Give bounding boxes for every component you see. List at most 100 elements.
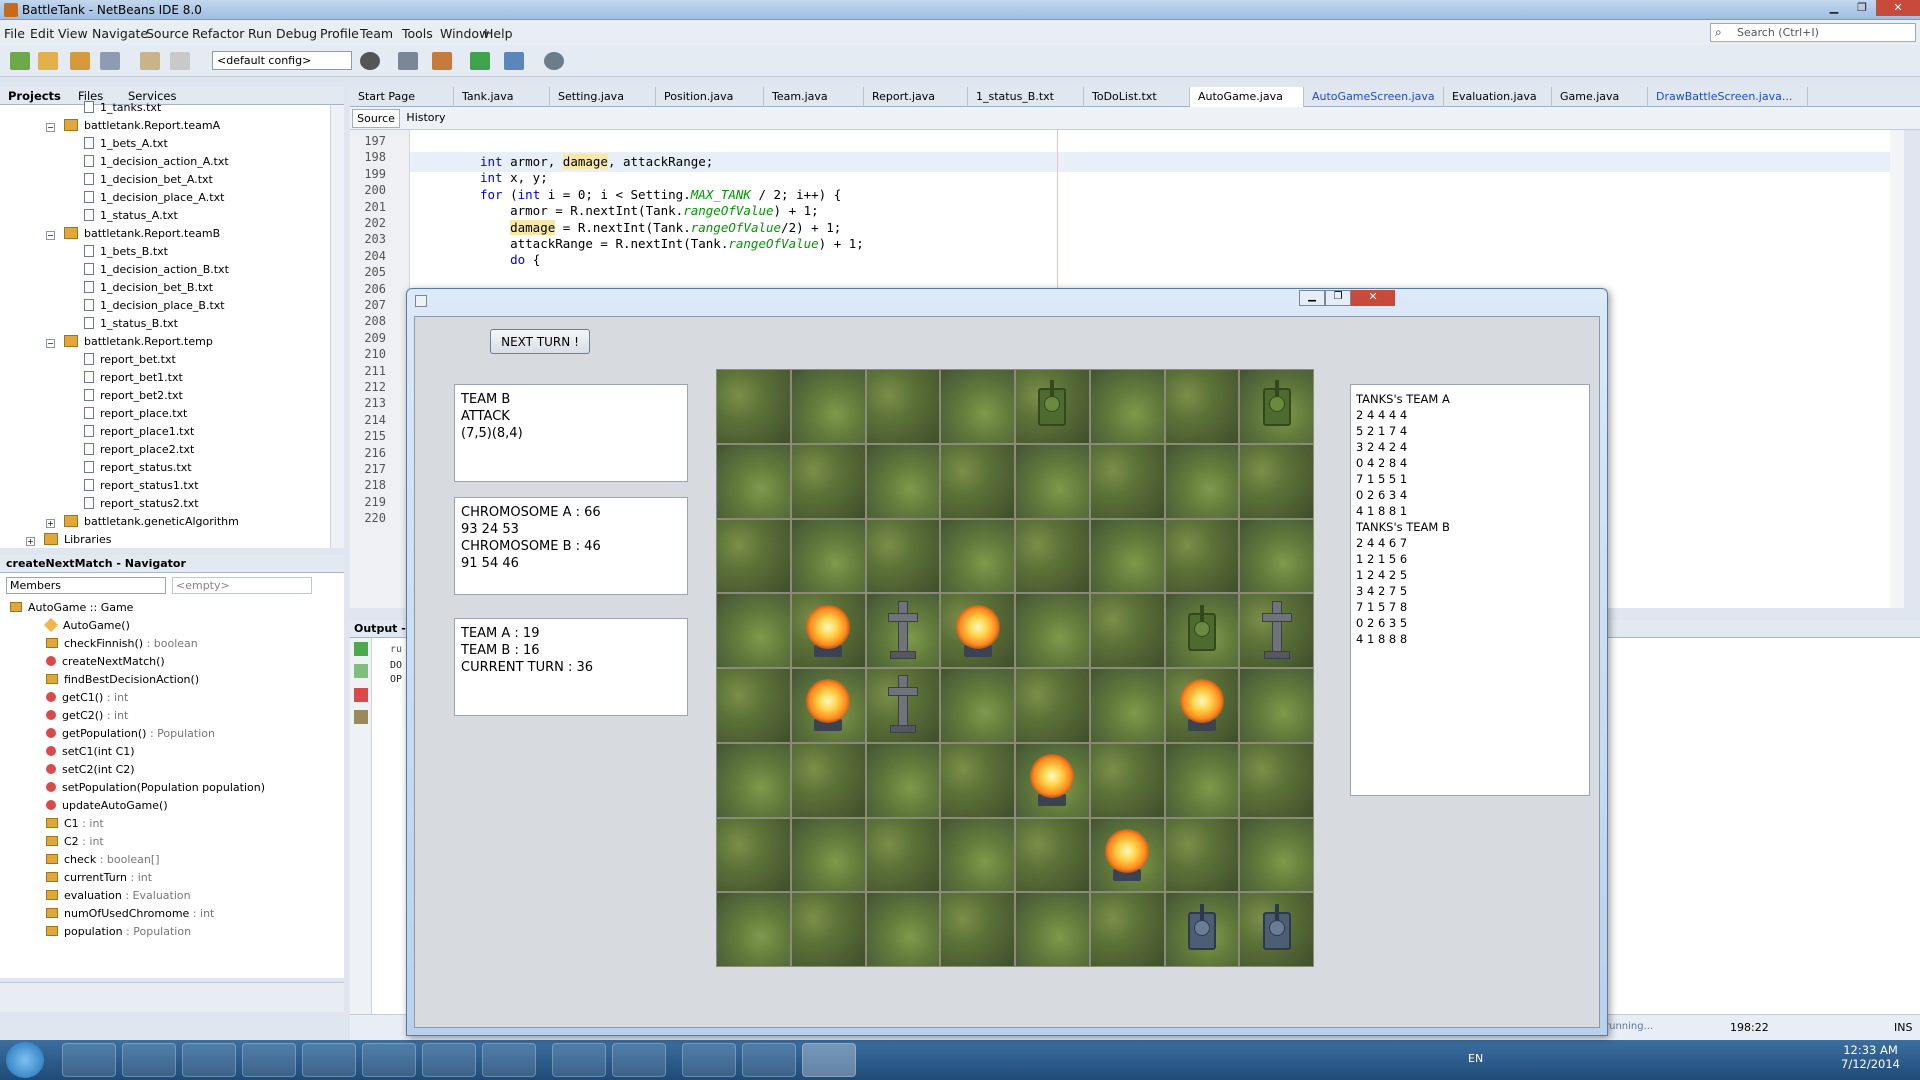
- redo-icon[interactable]: [170, 52, 190, 70]
- blue-tank-icon[interactable]: [1259, 903, 1295, 956]
- tree-file[interactable]: 1_decision_action_B.txt: [84, 263, 229, 276]
- save-all-icon[interactable]: [100, 52, 120, 70]
- tree-package[interactable]: battletank.Report.temp: [64, 335, 213, 348]
- board-cell[interactable]: [940, 518, 1015, 594]
- board-cell[interactable]: [790, 518, 866, 594]
- start-button[interactable]: [6, 1042, 44, 1078]
- media-player-taskbar-button[interactable]: [422, 1043, 476, 1077]
- open-project-icon[interactable]: [70, 52, 90, 70]
- menu-view[interactable]: View: [58, 26, 88, 41]
- board-cell[interactable]: [865, 518, 941, 594]
- devcpp-taskbar-button[interactable]: [62, 1043, 116, 1077]
- navigator-member[interactable]: updateAutoGame(): [46, 799, 168, 812]
- virtualbox-taskbar-button[interactable]: [122, 1043, 176, 1077]
- board-cell[interactable]: [790, 443, 866, 519]
- tree-file[interactable]: 1_bets_A.txt: [84, 137, 168, 150]
- expand-toggle-icon[interactable]: −: [46, 339, 55, 348]
- navigator-root[interactable]: AutoGame :: Game: [10, 601, 133, 614]
- target-platform-icon[interactable]: [360, 52, 380, 70]
- tab-projects[interactable]: Projects: [8, 89, 61, 103]
- navigator-member[interactable]: getC2() : int: [46, 709, 128, 722]
- new-file-icon[interactable]: [10, 52, 30, 70]
- run-icon[interactable]: [470, 52, 490, 70]
- output-settings-icon[interactable]: [354, 710, 368, 724]
- board-cell[interactable]: [865, 742, 941, 818]
- menu-refactor[interactable]: Refactor: [192, 26, 244, 41]
- board-cell[interactable]: [716, 443, 791, 519]
- tree-file[interactable]: report_status1.txt: [84, 479, 199, 492]
- editor-tab[interactable]: Position.java: [656, 87, 764, 107]
- profile-icon[interactable]: [544, 52, 564, 70]
- board-cell[interactable]: [1164, 369, 1240, 444]
- menu-navigate[interactable]: Navigate: [92, 26, 148, 41]
- editor-tab[interactable]: Setting.java: [550, 87, 656, 107]
- members-filter-select[interactable]: Members: [6, 577, 166, 594]
- board-cell[interactable]: [1089, 892, 1165, 967]
- board-cell[interactable]: [1015, 443, 1090, 519]
- expand-toggle-icon[interactable]: +: [26, 537, 35, 546]
- board-cell[interactable]: [1089, 369, 1165, 444]
- navigator-member[interactable]: checkFinnish() : boolean: [46, 637, 198, 650]
- board-cell[interactable]: [1015, 593, 1090, 668]
- undo-icon[interactable]: [140, 52, 160, 70]
- rerun-with-params-icon[interactable]: [354, 664, 368, 678]
- board-cell[interactable]: [1164, 817, 1240, 893]
- blue-tank-icon[interactable]: [1184, 903, 1220, 956]
- tree-file[interactable]: 1_decision_bet_A.txt: [84, 173, 213, 186]
- game-minimize-icon[interactable]: ▁: [1299, 290, 1325, 306]
- navigator-member[interactable]: population : Population: [46, 925, 191, 938]
- board-cell[interactable]: [790, 742, 866, 818]
- menu-profile[interactable]: Profile: [320, 26, 359, 41]
- navigator-member[interactable]: getC1() : int: [46, 691, 128, 704]
- explorer-taskbar-button[interactable]: [242, 1043, 296, 1077]
- green-tank-icon[interactable]: [1034, 380, 1070, 432]
- navigator-member[interactable]: AutoGame(): [43, 617, 130, 633]
- expand-toggle-icon[interactable]: −: [46, 231, 55, 240]
- board-cell[interactable]: [716, 742, 791, 818]
- battle-board[interactable]: [716, 369, 1314, 967]
- editor-tab[interactable]: AutoGame.java: [1190, 87, 1304, 107]
- board-cell[interactable]: [1089, 593, 1165, 668]
- tree-file[interactable]: report_bet.txt: [84, 353, 176, 366]
- tree-file[interactable]: 1_decision_action_A.txt: [84, 155, 229, 168]
- tree-file[interactable]: report_status.txt: [84, 461, 192, 474]
- board-cell[interactable]: [865, 369, 941, 444]
- board-cell[interactable]: [716, 593, 791, 668]
- board-cell[interactable]: [865, 443, 941, 519]
- board-cell[interactable]: [1164, 518, 1240, 594]
- editor-tab[interactable]: 1_status_B.txt: [968, 87, 1084, 107]
- board-cell[interactable]: [1239, 668, 1314, 743]
- menu-window[interactable]: Window: [440, 26, 489, 41]
- game-maximize-icon[interactable]: ❐: [1325, 290, 1351, 306]
- board-cell[interactable]: [1015, 817, 1090, 893]
- chrome-taskbar-button[interactable]: [302, 1043, 356, 1077]
- steam-taskbar-button[interactable]: [482, 1043, 536, 1077]
- java-taskbar-button[interactable]: [802, 1043, 856, 1077]
- stop-icon[interactable]: [354, 688, 368, 702]
- app-taskbar-button[interactable]: [182, 1043, 236, 1077]
- navigator-member[interactable]: C1 : int: [46, 817, 104, 830]
- history-tab-button[interactable]: History: [404, 109, 448, 128]
- menu-source[interactable]: Source: [146, 26, 189, 41]
- editor-tab[interactable]: ToDoList.txt: [1084, 87, 1190, 107]
- tree-file[interactable]: 1_status_A.txt: [84, 209, 178, 222]
- tree-file[interactable]: report_bet1.txt: [84, 371, 183, 384]
- rerun-icon[interactable]: [354, 642, 368, 656]
- menu-team[interactable]: Team: [360, 26, 393, 41]
- expand-toggle-icon[interactable]: +: [46, 519, 55, 528]
- board-cell[interactable]: [1239, 742, 1314, 818]
- menu-file[interactable]: File: [4, 26, 25, 41]
- tree-package[interactable]: battletank.Report.teamB: [64, 227, 220, 240]
- board-cell[interactable]: [940, 817, 1015, 893]
- next-turn-button[interactable]: NEXT TURN !: [490, 329, 590, 354]
- board-cell[interactable]: [1239, 518, 1314, 594]
- tree-file[interactable]: report_status2.txt: [84, 497, 199, 510]
- menu-run[interactable]: Run: [248, 26, 272, 41]
- maximize-icon[interactable]: ❐: [1848, 0, 1876, 16]
- blackberry-taskbar-button[interactable]: [742, 1043, 796, 1077]
- config-select[interactable]: <default config>: [212, 51, 352, 70]
- project-tree-scrollbar[interactable]: [330, 105, 344, 548]
- tree-package[interactable]: battletank.Report.teamA: [64, 119, 220, 132]
- editor-tab[interactable]: Tank.java: [454, 87, 550, 107]
- green-tank-icon[interactable]: [1184, 604, 1220, 657]
